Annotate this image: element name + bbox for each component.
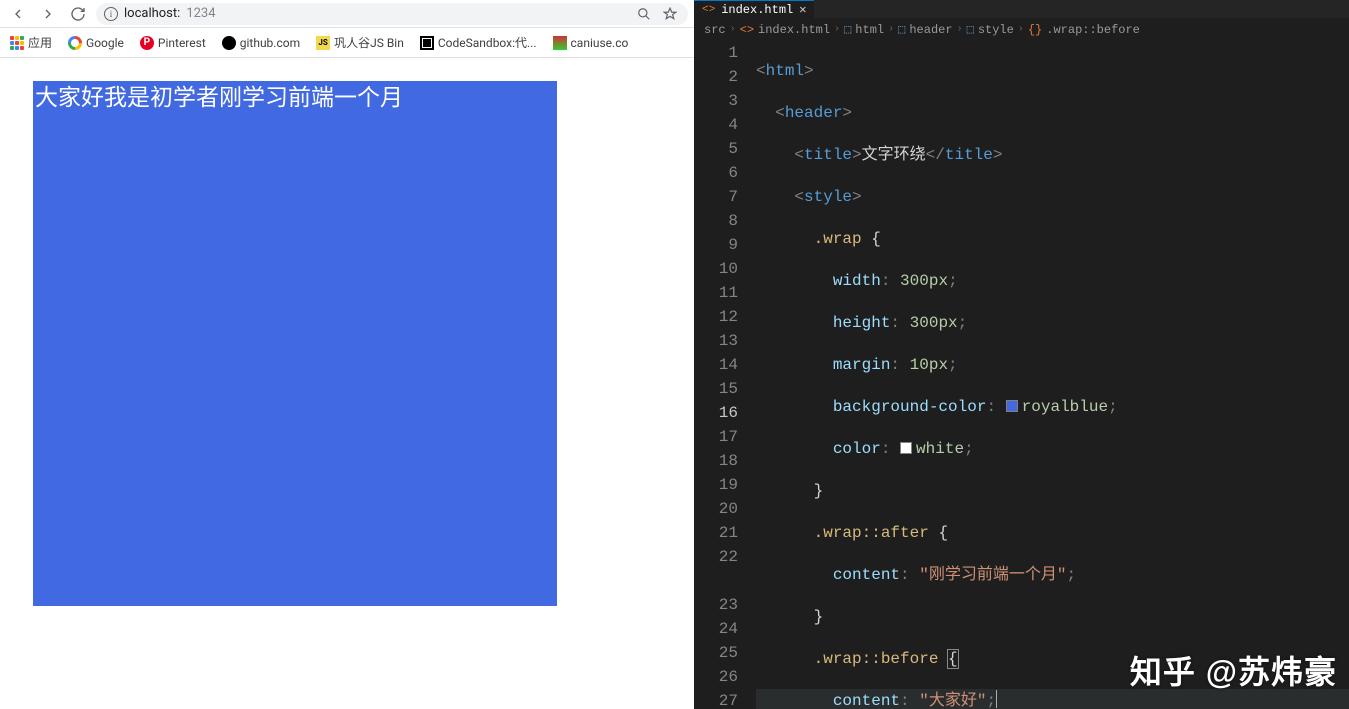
google-icon — [68, 36, 82, 50]
url-port: 1234 — [186, 6, 215, 21]
rendered-wrap-box: 大家好我是初学者刚学习前端一个月 — [33, 81, 557, 606]
bookmark-jsbin[interactable]: JS 巩人谷JS Bin — [316, 34, 404, 51]
nav-back-button[interactable] — [6, 2, 30, 26]
tag-icon: ⬚ — [898, 22, 905, 37]
crumb[interactable]: src — [704, 23, 726, 37]
html-file-icon: <> — [702, 4, 715, 16]
watermark-text: 知乎 @苏炜豪 — [1130, 654, 1337, 690]
bookmark-apps[interactable]: 应用 — [10, 34, 52, 51]
browser-toolbar: i localhost: 1234 — [0, 0, 694, 28]
bookmark-label: 巩人谷JS Bin — [334, 34, 404, 51]
chevron-right-icon: › — [834, 24, 840, 35]
bookmark-label: github.com — [240, 36, 300, 50]
line-number-gutter: 1 2 3 4 5 6 7 8 9 10 11 12 13 14 15 16 1… — [694, 41, 756, 709]
color-swatch-icon — [900, 442, 912, 454]
tag-icon: ⬚ — [967, 22, 974, 37]
page-viewport: 大家好我是初学者刚学习前端一个月 — [0, 58, 694, 709]
bookmark-pinterest[interactable]: P Pinterest — [140, 36, 206, 50]
bookmark-label: CodeSandbox:代... — [438, 34, 537, 51]
browser-pane: i localhost: 1234 应用 Google P Pinterest g… — [0, 0, 694, 709]
text-cursor — [996, 690, 997, 708]
bookmark-label: Pinterest — [158, 36, 206, 50]
editor-tab-bar: <> index.html ✕ — [694, 0, 1349, 18]
nav-forward-button[interactable] — [36, 2, 60, 26]
chevron-right-icon: › — [730, 24, 736, 35]
wrap-text: 大家好我是初学者刚学习前端一个月 — [35, 84, 403, 111]
bookmark-label: Google — [86, 36, 124, 50]
caniuse-icon — [553, 36, 567, 50]
chevron-right-icon: › — [957, 24, 963, 35]
color-swatch-icon — [1006, 400, 1018, 412]
zoom-icon[interactable] — [634, 4, 654, 24]
nav-reload-button[interactable] — [66, 2, 90, 26]
code-area[interactable]: <html> <header> <title>文字环绕</title> <sty… — [756, 41, 1349, 709]
bookmarks-bar: 应用 Google P Pinterest github.com JS 巩人谷J… — [0, 28, 694, 58]
watermark: 知乎 @苏炜豪 — [1122, 647, 1337, 693]
tab-filename: index.html — [721, 3, 793, 17]
editor-body[interactable]: 1 2 3 4 5 6 7 8 9 10 11 12 13 14 15 16 1… — [694, 41, 1349, 709]
tab-close-icon[interactable]: ✕ — [799, 2, 806, 17]
chevron-right-icon: › — [1018, 24, 1024, 35]
bookmark-github[interactable]: github.com — [222, 36, 300, 50]
editor-breadcrumbs[interactable]: src › <> index.html › ⬚ html › ⬚ header … — [694, 18, 1349, 41]
chevron-right-icon: › — [888, 24, 894, 35]
bookmark-caniuse[interactable]: caniuse.co — [553, 36, 629, 50]
editor-tab-index[interactable]: <> index.html ✕ — [694, 0, 814, 18]
codesandbox-icon — [420, 36, 434, 50]
tag-icon: ⬚ — [844, 22, 851, 37]
address-bar[interactable]: i localhost: 1234 — [96, 3, 688, 25]
crumb[interactable]: style — [978, 23, 1014, 37]
bookmark-google[interactable]: Google — [68, 36, 124, 50]
github-icon — [222, 36, 236, 50]
bookmark-codesandbox[interactable]: CodeSandbox:代... — [420, 34, 537, 51]
crumb[interactable]: index.html — [758, 23, 830, 37]
crumb[interactable]: .wrap::before — [1046, 23, 1140, 37]
bookmark-star-icon[interactable] — [660, 4, 680, 24]
bookmark-label: caniuse.co — [571, 36, 629, 50]
bookmark-label: 应用 — [28, 34, 52, 51]
apps-grid-icon — [10, 36, 24, 50]
css-rule-icon: {} — [1028, 23, 1042, 37]
pinterest-icon: P — [140, 36, 154, 50]
crumb[interactable]: html — [855, 23, 884, 37]
site-info-icon[interactable]: i — [104, 7, 118, 21]
jsbin-icon: JS — [316, 36, 330, 50]
crumb[interactable]: header — [909, 23, 952, 37]
html-file-icon: <> — [740, 23, 754, 37]
url-host: localhost: — [124, 6, 180, 21]
editor-pane: <> index.html ✕ src › <> index.html › ⬚ … — [694, 0, 1349, 709]
